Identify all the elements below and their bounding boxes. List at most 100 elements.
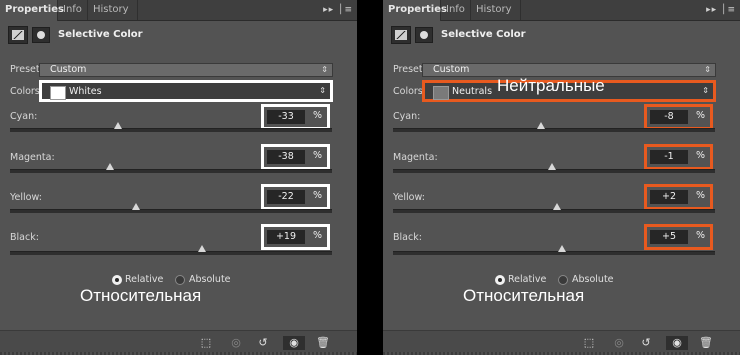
preset-dropdown[interactable]: Custom ⇕: [39, 63, 333, 77]
yellow-input[interactable]: +2: [650, 190, 688, 204]
black-slider-track[interactable]: [393, 245, 715, 255]
tab-properties[interactable]: Properties: [383, 0, 447, 21]
absolute-radio[interactable]: [175, 275, 185, 285]
black-input[interactable]: +19: [267, 230, 305, 244]
cyan-slider-track[interactable]: [393, 122, 715, 132]
value-box-black: +5 %: [644, 224, 713, 250]
black-input[interactable]: +5: [650, 230, 688, 244]
black-slider-thumb[interactable]: [197, 245, 206, 252]
magenta-slider-thumb[interactable]: [105, 163, 114, 170]
tab-info[interactable]: Info: [58, 0, 88, 20]
yellow-slider-thumb[interactable]: [553, 203, 562, 210]
cyan-slider-thumb[interactable]: [537, 122, 546, 129]
relative-label: Relative: [125, 274, 164, 285]
eye-icon[interactable]: ◉: [666, 336, 688, 350]
black-slider-thumb[interactable]: [558, 245, 567, 252]
panel-tabbar: Properties Info History ▸▸ │≡: [383, 0, 740, 21]
colors-label: Colors:: [10, 86, 43, 97]
relative-radio[interactable]: [112, 275, 122, 285]
eye-icon[interactable]: ◉: [283, 336, 305, 350]
percent-unit: %: [696, 230, 706, 241]
reset-icon[interactable]: ↺: [256, 336, 270, 350]
yellow-input[interactable]: -22: [267, 190, 305, 204]
cyan-slider-thumb[interactable]: [113, 122, 122, 129]
collapse-icon[interactable]: ▸▸: [706, 5, 717, 15]
magenta-slider-track[interactable]: [10, 163, 332, 173]
selective-color-icon: [391, 26, 411, 44]
selective-color-icon: [8, 26, 28, 44]
percent-unit: %: [313, 150, 323, 161]
value-box-yellow: +2 %: [644, 184, 713, 210]
black-slider-track[interactable]: [10, 245, 332, 255]
value-box-cyan: -33 %: [261, 104, 330, 130]
tab-history[interactable]: History: [88, 0, 138, 20]
percent-unit: %: [696, 110, 706, 121]
color-swatch: [50, 86, 66, 100]
preset-label: Preset:: [393, 64, 426, 75]
cyan-slider-track[interactable]: [10, 122, 332, 132]
absolute-radio[interactable]: [558, 275, 568, 285]
clip-to-layer-icon[interactable]: ⬚: [582, 336, 596, 350]
percent-unit: %: [313, 190, 323, 201]
panel-bottom-bar: ⬚ ◎ ↺ ◉ 🗑: [0, 330, 357, 355]
magenta-slider-thumb[interactable]: [548, 163, 557, 170]
panel-menu-icon[interactable]: │≡: [338, 5, 353, 15]
adjustment-header: Selective Color: [383, 22, 740, 50]
value-box-magenta: -38 %: [261, 144, 330, 170]
relative-radio[interactable]: [495, 275, 505, 285]
overlay-caption-relative: Относительная: [80, 286, 202, 305]
collapse-icon[interactable]: ▸▸: [323, 5, 334, 15]
color-swatch: [433, 86, 449, 100]
clip-to-layer-icon[interactable]: ⬚: [199, 336, 213, 350]
tab-history[interactable]: History: [471, 0, 521, 20]
colors-value: Whites: [69, 86, 102, 97]
slider-label-magenta: Magenta:: [10, 152, 55, 163]
panel-bottom-bar: ⬚ ◎ ↺ ◉ 🗑: [383, 330, 740, 355]
slider-label-black: Black:: [393, 232, 422, 243]
view-previous-icon[interactable]: ◎: [229, 336, 243, 350]
cyan-input[interactable]: -8: [650, 110, 688, 124]
absolute-label: Absolute: [572, 274, 614, 285]
magenta-input[interactable]: -1: [650, 150, 688, 164]
colors-label: Colors:: [393, 86, 426, 97]
reset-icon[interactable]: ↺: [639, 336, 653, 350]
slider-label-cyan: Cyan:: [10, 111, 38, 122]
properties-panel-whites: Properties Info History ▸▸ │≡ Selective …: [0, 0, 357, 355]
magenta-slider-track[interactable]: [393, 163, 715, 173]
dropdown-arrow-icon: ⇕: [702, 86, 709, 95]
yellow-slider-thumb[interactable]: [131, 203, 140, 210]
slider-label-yellow: Yellow:: [393, 192, 425, 203]
dropdown-arrow-icon: ⇕: [321, 65, 328, 74]
trash-icon[interactable]: 🗑: [316, 336, 330, 350]
trash-icon[interactable]: 🗑: [699, 336, 713, 350]
percent-unit: %: [313, 110, 323, 121]
preset-value: Custom: [433, 64, 470, 75]
cyan-input[interactable]: -33: [267, 110, 305, 124]
layer-mask-icon[interactable]: [415, 27, 433, 43]
preset-dropdown[interactable]: Custom ⇕: [422, 63, 716, 77]
value-box-yellow: -22 %: [261, 184, 330, 210]
slider-label-magenta: Magenta:: [393, 152, 438, 163]
colors-dropdown[interactable]: Whites ⇕: [39, 80, 333, 102]
percent-unit: %: [313, 230, 323, 241]
tab-info[interactable]: Info: [441, 0, 471, 20]
panel-menu-icon[interactable]: │≡: [721, 5, 736, 15]
relative-label: Relative: [508, 274, 547, 285]
colors-value: Neutrals: [452, 86, 493, 97]
value-box-cyan: -8 %: [644, 104, 713, 130]
value-box-magenta: -1 %: [644, 144, 713, 170]
tab-properties[interactable]: Properties: [0, 0, 64, 21]
magenta-input[interactable]: -38: [267, 150, 305, 164]
yellow-slider-track[interactable]: [393, 203, 715, 213]
dropdown-arrow-icon: ⇕: [704, 65, 711, 74]
absolute-label: Absolute: [189, 274, 231, 285]
adjustment-title: Selective Color: [441, 29, 526, 40]
panel-tabbar: Properties Info History ▸▸ │≡: [0, 0, 357, 21]
properties-panel-neutrals: Properties Info History ▸▸ │≡ Selective …: [383, 0, 740, 355]
slider-label-cyan: Cyan:: [393, 111, 421, 122]
view-previous-icon[interactable]: ◎: [612, 336, 626, 350]
yellow-slider-track[interactable]: [10, 203, 332, 213]
overlay-caption-neutrals: Нейтральные: [497, 76, 605, 95]
layer-mask-icon[interactable]: [32, 27, 50, 43]
adjustment-title: Selective Color: [58, 29, 143, 40]
